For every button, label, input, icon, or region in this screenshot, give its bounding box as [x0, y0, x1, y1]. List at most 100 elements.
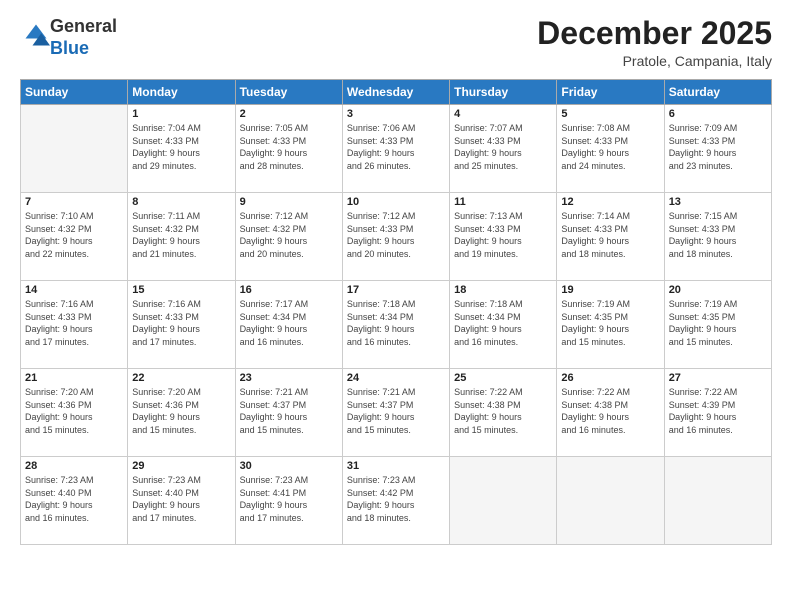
weekday-wednesday: Wednesday: [342, 80, 449, 105]
calendar-table: SundayMondayTuesdayWednesdayThursdayFrid…: [20, 79, 772, 545]
weekday-thursday: Thursday: [450, 80, 557, 105]
day-info: Sunrise: 7:07 AMSunset: 4:33 PMDaylight:…: [454, 122, 552, 172]
day-info: Sunrise: 7:12 AMSunset: 4:32 PMDaylight:…: [240, 210, 338, 260]
day-number: 8: [132, 196, 230, 208]
weekday-saturday: Saturday: [664, 80, 771, 105]
day-number: 28: [25, 460, 123, 472]
day-info: Sunrise: 7:05 AMSunset: 4:33 PMDaylight:…: [240, 122, 338, 172]
calendar-header: SundayMondayTuesdayWednesdayThursdayFrid…: [21, 80, 772, 105]
calendar-cell: 23 Sunrise: 7:21 AMSunset: 4:37 PMDayligh…: [235, 369, 342, 457]
day-number: 17: [347, 284, 445, 296]
day-info: Sunrise: 7:13 AMSunset: 4:33 PMDaylight:…: [454, 210, 552, 260]
calendar-cell: 31Sunrise: 7:23 AMSunset: 4:42 PMDayligh…: [342, 457, 449, 545]
calendar-cell: 13 Sunrise: 7:15 AMSunset: 4:33 PMDayligh…: [664, 193, 771, 281]
calendar-cell: 16 Sunrise: 7:17 AMSunset: 4:34 PMDayligh…: [235, 281, 342, 369]
day-number: 15: [132, 284, 230, 296]
calendar-cell: 4 Sunrise: 7:07 AMSunset: 4:33 PMDaylight…: [450, 105, 557, 193]
calendar-cell: 2 Sunrise: 7:05 AMSunset: 4:33 PMDaylight…: [235, 105, 342, 193]
day-number: 16: [240, 284, 338, 296]
day-info: Sunrise: 7:16 AMSunset: 4:33 PMDaylight:…: [25, 298, 123, 348]
day-info: Sunrise: 7:17 AMSunset: 4:34 PMDaylight:…: [240, 298, 338, 348]
logo-blue-text: Blue: [50, 38, 89, 58]
day-info: Sunrise: 7:23 AMSunset: 4:40 PMDaylight:…: [132, 474, 230, 524]
day-number: 9: [240, 196, 338, 208]
calendar-cell: [450, 457, 557, 545]
day-info: Sunrise: 7:20 AMSunset: 4:36 PMDaylight:…: [132, 386, 230, 436]
day-info: Sunrise: 7:21 AMSunset: 4:37 PMDaylight:…: [347, 386, 445, 436]
day-number: 10: [347, 196, 445, 208]
day-number: 27: [669, 372, 767, 384]
day-info: Sunrise: 7:12 AMSunset: 4:33 PMDaylight:…: [347, 210, 445, 260]
calendar-week-2: 7 Sunrise: 7:10 AMSunset: 4:32 PMDaylight…: [21, 193, 772, 281]
calendar-cell: 18 Sunrise: 7:18 AMSunset: 4:34 PMDayligh…: [450, 281, 557, 369]
weekday-header-row: SundayMondayTuesdayWednesdayThursdayFrid…: [21, 80, 772, 105]
day-info: Sunrise: 7:20 AMSunset: 4:36 PMDaylight:…: [25, 386, 123, 436]
day-number: 31: [347, 460, 445, 472]
day-info: Sunrise: 7:15 AMSunset: 4:33 PMDaylight:…: [669, 210, 767, 260]
day-info: Sunrise: 7:21 AMSunset: 4:37 PMDaylight:…: [240, 386, 338, 436]
calendar-cell: [664, 457, 771, 545]
calendar-cell: [21, 105, 128, 193]
calendar-cell: 20Sunrise: 7:19 AMSunset: 4:35 PMDayligh…: [664, 281, 771, 369]
day-number: 26: [561, 372, 659, 384]
weekday-monday: Monday: [128, 80, 235, 105]
calendar-cell: [557, 457, 664, 545]
calendar-cell: 1Sunrise: 7:04 AMSunset: 4:33 PMDaylight…: [128, 105, 235, 193]
calendar-body: 1Sunrise: 7:04 AMSunset: 4:33 PMDaylight…: [21, 105, 772, 545]
day-info: Sunrise: 7:22 AMSunset: 4:39 PMDaylight:…: [669, 386, 767, 436]
day-number: 19: [561, 284, 659, 296]
calendar-cell: 29 Sunrise: 7:23 AMSunset: 4:40 PMDayligh…: [128, 457, 235, 545]
day-info: Sunrise: 7:22 AMSunset: 4:38 PMDaylight:…: [561, 386, 659, 436]
page: General Blue December 2025 Pratole, Camp…: [0, 0, 792, 612]
day-info: Sunrise: 7:19 AMSunset: 4:35 PMDaylight:…: [561, 298, 659, 348]
day-info: Sunrise: 7:18 AMSunset: 4:34 PMDaylight:…: [347, 298, 445, 348]
calendar-cell: 24 Sunrise: 7:21 AMSunset: 4:37 PMDayligh…: [342, 369, 449, 457]
day-info: Sunrise: 7:14 AMSunset: 4:33 PMDaylight:…: [561, 210, 659, 260]
day-number: 12: [561, 196, 659, 208]
day-number: 11: [454, 196, 552, 208]
day-info: Sunrise: 7:19 AMSunset: 4:35 PMDaylight:…: [669, 298, 767, 348]
calendar-cell: 27 Sunrise: 7:22 AMSunset: 4:39 PMDayligh…: [664, 369, 771, 457]
calendar-cell: 5Sunrise: 7:08 AMSunset: 4:33 PMDaylight…: [557, 105, 664, 193]
calendar-week-1: 1Sunrise: 7:04 AMSunset: 4:33 PMDaylight…: [21, 105, 772, 193]
day-info: Sunrise: 7:06 AMSunset: 4:33 PMDaylight:…: [347, 122, 445, 172]
calendar-week-5: 28 Sunrise: 7:23 AMSunset: 4:40 PMDayligh…: [21, 457, 772, 545]
title-block: December 2025 Pratole, Campania, Italy: [537, 16, 772, 69]
day-number: 30: [240, 460, 338, 472]
day-info: Sunrise: 7:22 AMSunset: 4:38 PMDaylight:…: [454, 386, 552, 436]
day-info: Sunrise: 7:10 AMSunset: 4:32 PMDaylight:…: [25, 210, 123, 260]
day-number: 18: [454, 284, 552, 296]
day-number: 14: [25, 284, 123, 296]
weekday-tuesday: Tuesday: [235, 80, 342, 105]
calendar-cell: 7 Sunrise: 7:10 AMSunset: 4:32 PMDaylight…: [21, 193, 128, 281]
calendar-cell: 17 Sunrise: 7:18 AMSunset: 4:34 PMDayligh…: [342, 281, 449, 369]
day-number: 22: [132, 372, 230, 384]
calendar-cell: 30Sunrise: 7:23 AMSunset: 4:41 PMDayligh…: [235, 457, 342, 545]
calendar-cell: 15Sunrise: 7:16 AMSunset: 4:33 PMDayligh…: [128, 281, 235, 369]
calendar-cell: 11 Sunrise: 7:13 AMSunset: 4:33 PMDayligh…: [450, 193, 557, 281]
day-number: 7: [25, 196, 123, 208]
logo-general-text: General: [50, 16, 117, 36]
day-number: 21: [25, 372, 123, 384]
day-number: 13: [669, 196, 767, 208]
day-number: 23: [240, 372, 338, 384]
day-number: 4: [454, 108, 552, 120]
day-number: 5: [561, 108, 659, 120]
calendar-cell: 28Sunrise: 7:23 AMSunset: 4:40 PMDayligh…: [21, 457, 128, 545]
day-number: 29: [132, 460, 230, 472]
calendar-week-3: 14 Sunrise: 7:16 AMSunset: 4:33 PMDayligh…: [21, 281, 772, 369]
day-number: 2: [240, 108, 338, 120]
logo-icon: [22, 21, 50, 49]
day-number: 6: [669, 108, 767, 120]
calendar-cell: 12 Sunrise: 7:14 AMSunset: 4:33 PMDayligh…: [557, 193, 664, 281]
calendar-title: December 2025: [537, 16, 772, 51]
weekday-friday: Friday: [557, 80, 664, 105]
logo: General Blue: [20, 16, 117, 59]
calendar-cell: 21 Sunrise: 7:20 AMSunset: 4:36 PMDayligh…: [21, 369, 128, 457]
day-number: 25: [454, 372, 552, 384]
day-number: 24: [347, 372, 445, 384]
calendar-cell: 8Sunrise: 7:11 AMSunset: 4:32 PMDaylight…: [128, 193, 235, 281]
calendar-cell: 6Sunrise: 7:09 AMSunset: 4:33 PMDaylight…: [664, 105, 771, 193]
calendar-week-4: 21 Sunrise: 7:20 AMSunset: 4:36 PMDayligh…: [21, 369, 772, 457]
day-info: Sunrise: 7:18 AMSunset: 4:34 PMDaylight:…: [454, 298, 552, 348]
